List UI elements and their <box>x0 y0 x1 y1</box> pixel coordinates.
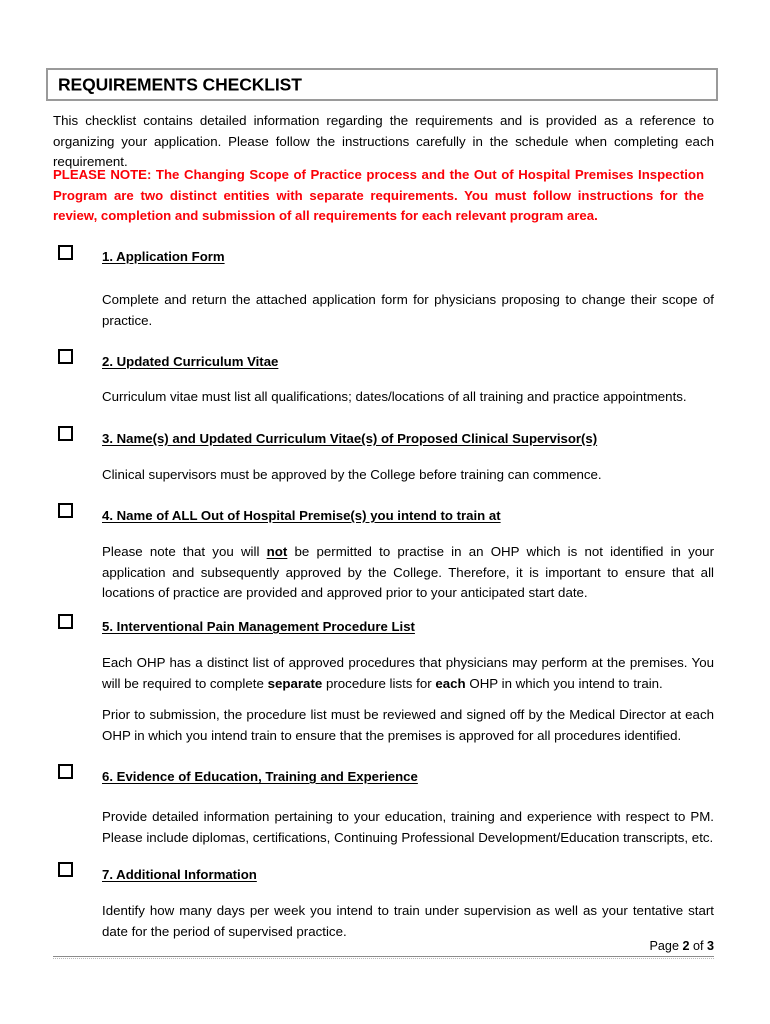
item-heading: 7. Additional Information <box>102 867 257 882</box>
item-body-text: Please note that you will not be permitt… <box>102 542 714 604</box>
item-heading: 4. Name of ALL Out of Hospital Premise(s… <box>102 508 501 523</box>
item-heading: 3. Name(s) and Updated Curriculum Vitae(… <box>102 431 598 446</box>
checkbox-item-1[interactable] <box>58 245 73 260</box>
footer-divider <box>53 956 714 959</box>
text-segment: Prior to submission, the procedure list … <box>102 707 714 743</box>
item-body-text: Prior to submission, the procedure list … <box>102 705 714 746</box>
checkbox-item-5[interactable] <box>58 614 73 629</box>
intro-paragraph: This checklist contains detailed informa… <box>53 113 714 169</box>
checkbox-item-3[interactable] <box>58 426 73 441</box>
text-segment: Clinical supervisors must be approved by… <box>102 467 602 482</box>
footer-total-pages: 3 <box>706 939 714 953</box>
text-segment: each <box>435 675 466 691</box>
text-segment: not <box>266 544 288 559</box>
item-heading: 2. Updated Curriculum Vitae <box>102 354 279 369</box>
item-body-text: Clinical supervisors must be approved by… <box>102 465 714 486</box>
item-body-text: Each OHP has a distinct list of approved… <box>102 653 714 694</box>
text-segment: Provide detailed information pertaining … <box>102 809 714 845</box>
checkbox-item-7[interactable] <box>58 862 73 877</box>
checkbox-item-4[interactable] <box>58 503 73 518</box>
text-segment: Curriculum vitae must list all qualifica… <box>102 389 687 404</box>
requirements-checklist-title-box: REQUIREMENTS CHECKLIST <box>46 68 718 101</box>
checkbox-item-6[interactable] <box>58 764 73 779</box>
text-segment: OHP in which you intend to train. <box>465 675 663 691</box>
item-heading: 6. Evidence of Education, Training and E… <box>102 769 418 784</box>
text-segment: separate <box>267 675 323 691</box>
footer-page-number: Page 2 of 3 <box>650 938 714 954</box>
item-heading: 5. Interventional Pain Management Proced… <box>102 619 415 634</box>
item-body-text: Identify how many days per week you inte… <box>102 901 714 942</box>
please-note-warning: PLEASE NOTE: The Changing Scope of Pract… <box>53 167 704 223</box>
text-segment: Please note that you will <box>102 544 267 559</box>
text-segment: Identify how many days per week you inte… <box>102 903 714 939</box>
document-page: REQUIREMENTS CHECKLIST This checklist co… <box>0 0 770 1024</box>
text-segment: Complete and return the attached applica… <box>102 292 714 328</box>
item-heading: 1. Application Form <box>102 249 225 264</box>
checkbox-item-2[interactable] <box>58 349 73 364</box>
page-title: REQUIREMENTS CHECKLIST <box>58 74 302 94</box>
footer-page-label: Page <box>649 939 679 953</box>
footer-current-page: 2 <box>682 939 690 953</box>
item-body-text: Curriculum vitae must list all qualifica… <box>102 387 714 408</box>
footer-of-label: of <box>692 939 704 953</box>
item-body-text: Provide detailed information pertaining … <box>102 807 714 848</box>
item-body-text: Complete and return the attached applica… <box>102 290 714 331</box>
text-segment: procedure lists for <box>322 675 436 691</box>
